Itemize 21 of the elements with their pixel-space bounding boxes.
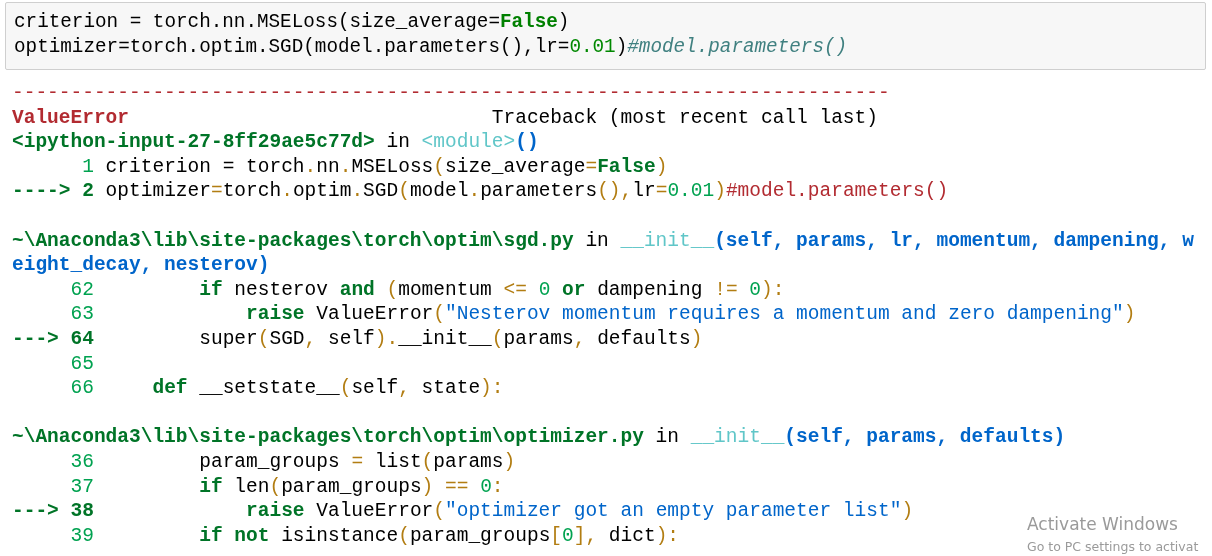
traceback-line: ValueError Traceback (most recent call last) <box>12 105 878 131</box>
traceback-line: --------------------------------------------------------------------------- <box>12 81 890 106</box>
activation-notice-title: Activate Windows <box>1027 513 1178 535</box>
traceback-line: ---> 64 super(SGD, self).__init__(params, defaults) <box>12 326 703 352</box>
traceback-line: ----> 2 optimizer=torch.optim.SGD(model.parameters(),lr=0.01)#model.parameters() <box>12 179 949 204</box>
traceback-line: ~\Anaconda3\lib\site-packages\torch\optim\optimizer.py in __init__(self, params, defaults) <box>12 425 1066 450</box>
traceback-line: 37 if len(param_groups) == 0: <box>69 474 504 500</box>
traceback-line: 65 <box>69 351 94 377</box>
traceback-line: 62 if nesterov and (momentum <= 0 or dampening != 0): <box>69 277 785 303</box>
traceback-line: <ipython-input-27-8ff29ae5c77d> in <module>() <box>12 130 539 155</box>
traceback-line: ~\Anaconda3\lib\site-packages\torch\optim\sgd.py in __init__(self, params, lr, momentum, dampening, weight_decay, nesterov) <box>12 228 1195 278</box>
traceback-line: ---> 38 raise ValueError("optimizer got an empty parameter list") <box>12 499 914 524</box>
traceback-line: 63 raise ValueError("Nesterov momentum requires a momentum and zero dampening") <box>69 302 1136 327</box>
traceback-line: 66 def __setstate__(self, state): <box>69 376 504 401</box>
code-line: criterion = torch.nn.MSELoss(size_average=False) <box>14 10 570 35</box>
traceback-line: 39 if not isinstance(param_groups[0], dict): <box>69 523 680 549</box>
code-input-cell[interactable]: criterion = torch.nn.MSELoss(size_average=False) optimizer=torch.optim.SGD(model.parameters(),lr=0.01)#model.parameters() <box>5 2 1206 70</box>
traceback-line: 1 criterion = torch.nn.MSELoss(size_average=False) <box>81 154 668 180</box>
traceback-line: 36 param_groups = list(params) <box>69 449 516 475</box>
activation-notice-text: Go to PC settings to activat <box>1027 538 1199 556</box>
code-line: optimizer=torch.optim.SGD(model.parameters(),lr=0.01)#model.parameters() <box>14 35 848 60</box>
